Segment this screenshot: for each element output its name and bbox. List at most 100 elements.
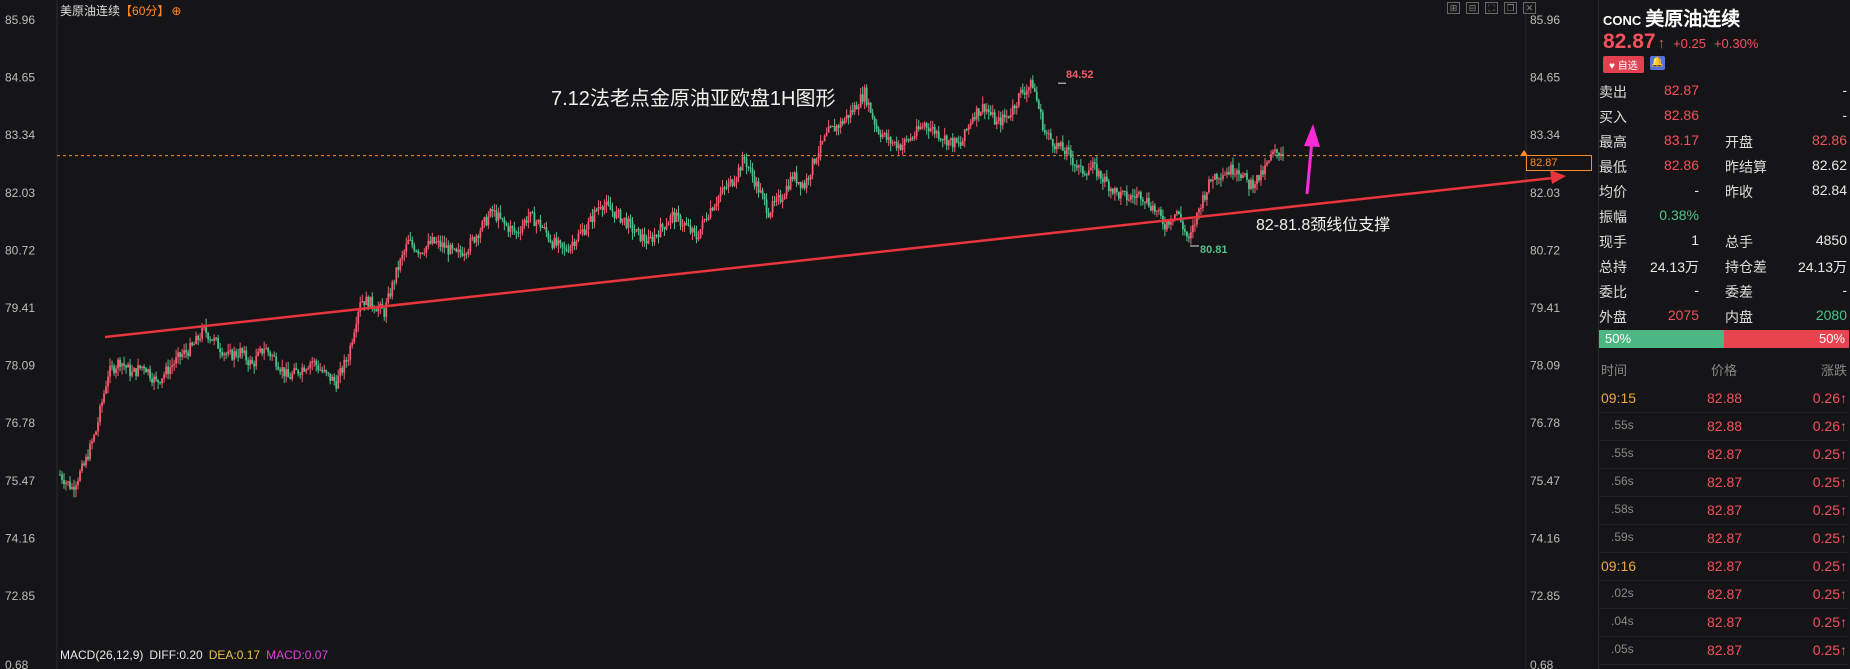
candle-body	[745, 158, 748, 167]
candle-body	[1214, 173, 1216, 180]
quote-k: 最低	[1599, 159, 1627, 175]
quote-v2: 82.84	[1811, 182, 1847, 198]
candle-body	[143, 366, 145, 369]
tick-row[interactable]: .56s 82.87 0.25↑	[1599, 468, 1849, 497]
candle-body	[351, 342, 354, 346]
tick-row[interactable]: .05s 82.87 0.25↑	[1599, 636, 1849, 665]
quote-v2: 2080	[1815, 307, 1847, 323]
candle-body	[859, 94, 862, 108]
tick-price: 82.87	[1707, 530, 1743, 546]
candle-body	[1141, 199, 1144, 202]
candle-body	[833, 125, 836, 132]
tick-row[interactable]: .58s 82.87 0.25↑	[1599, 496, 1849, 525]
candle-body	[633, 231, 636, 233]
candle-body	[397, 267, 400, 270]
tick-row[interactable]: .04s 82.87 0.25↑	[1599, 608, 1849, 637]
candle-body	[1246, 173, 1248, 180]
split-icon[interactable]: ⊟	[1466, 2, 1479, 14]
candle-body	[825, 132, 828, 136]
candle-body	[465, 253, 468, 255]
restore-icon[interactable]: ❐	[1504, 2, 1517, 14]
ticks-header-price: 价格	[1711, 363, 1738, 378]
candle-body	[341, 367, 344, 373]
quote-k: 最高	[1599, 134, 1627, 150]
candle-body	[895, 141, 898, 149]
candle-body	[983, 104, 986, 112]
candle-body	[691, 228, 694, 233]
candle-body	[179, 352, 181, 357]
y-tick-left: 76.78	[5, 416, 35, 430]
layout-icon[interactable]: ⊞	[1447, 2, 1460, 14]
candle-body	[807, 178, 810, 180]
tick-row[interactable]: .55s 82.88 0.26↑	[1599, 412, 1849, 441]
tick-price: 82.87	[1707, 614, 1743, 630]
candle-body	[1194, 224, 1196, 226]
candle-body	[1019, 89, 1022, 94]
tick-row[interactable]: .55s 82.87 0.25↑	[1599, 440, 1849, 469]
candle-body	[1093, 162, 1096, 164]
favorite-button[interactable]: ♥ 自选	[1603, 56, 1644, 73]
candle-body	[249, 359, 252, 366]
quote-v2: 82.62	[1811, 157, 1847, 173]
period-label[interactable]: 【60分】	[120, 4, 169, 18]
instrument-name: 美原油连续	[1645, 8, 1741, 30]
candle-body	[683, 222, 686, 226]
candle-body	[689, 225, 692, 233]
kline-chart[interactable]: 85.96 85.96 84.65 84.65 83.34 83.34 82.03 82.03…	[0, 0, 1598, 669]
tick-price: 82.88	[1707, 390, 1743, 406]
candle-body	[813, 158, 816, 164]
quote-k2: 昨结算	[1725, 159, 1767, 175]
candle-body	[977, 108, 980, 116]
candle-body	[515, 231, 518, 233]
candle-body	[367, 296, 370, 308]
candle-body	[701, 220, 704, 230]
tick-row[interactable]: .59s 82.87 0.25↑	[1599, 524, 1849, 553]
tick-change: 0.25↑	[1812, 530, 1847, 546]
candle-body	[197, 335, 200, 340]
candle-body	[947, 140, 950, 146]
tick-time: 09:16	[1601, 558, 1637, 574]
candle-body	[1272, 151, 1274, 155]
candle-body	[779, 195, 782, 202]
candle-body	[1250, 179, 1252, 190]
candle-body	[931, 127, 934, 129]
macd-name: MACD(26,12,9)	[60, 648, 144, 662]
candle-body	[919, 126, 922, 130]
candle-body	[799, 181, 802, 188]
candle-body	[893, 141, 896, 143]
candle-body	[873, 117, 876, 125]
tick-row[interactable]: 09:16 82.87 0.25↑	[1599, 552, 1849, 581]
settings-icon[interactable]: ⊕	[171, 4, 181, 18]
candle-body	[541, 227, 544, 229]
candle-body	[1135, 193, 1138, 198]
close-icon[interactable]: ✕	[1523, 2, 1536, 14]
candle-body	[649, 236, 652, 238]
candle-body	[1170, 221, 1172, 225]
candle-body	[889, 137, 892, 144]
candle-body	[281, 367, 284, 372]
y-tick-left: 75.47	[5, 474, 35, 488]
bell-icon[interactable]: 🔔	[1649, 56, 1665, 70]
candle-body	[1075, 165, 1078, 168]
candle-body	[1047, 133, 1050, 135]
candle-body	[1147, 197, 1150, 207]
candle-body	[491, 209, 494, 212]
candle-body	[405, 244, 408, 252]
tick-time: .55s	[1611, 418, 1634, 432]
trendline-arrowhead	[1550, 170, 1566, 184]
candle-body	[945, 135, 948, 146]
candle-body	[83, 463, 85, 466]
candle-body	[713, 206, 716, 211]
candle-body	[343, 359, 346, 373]
candle-body	[761, 190, 764, 195]
tick-row[interactable]: 09:15 82.88 0.26↑	[1599, 384, 1849, 413]
fullscreen-icon[interactable]: ⛶	[1485, 2, 1498, 14]
candle-body	[65, 482, 67, 485]
tick-row[interactable]: .02s 82.87 0.25↑	[1599, 580, 1849, 609]
tick-price: 82.87	[1707, 446, 1743, 462]
candle-body	[201, 327, 204, 339]
candle-body	[759, 190, 762, 193]
candle-body	[233, 351, 236, 360]
candle-body	[311, 361, 314, 364]
candle-body	[323, 370, 326, 372]
